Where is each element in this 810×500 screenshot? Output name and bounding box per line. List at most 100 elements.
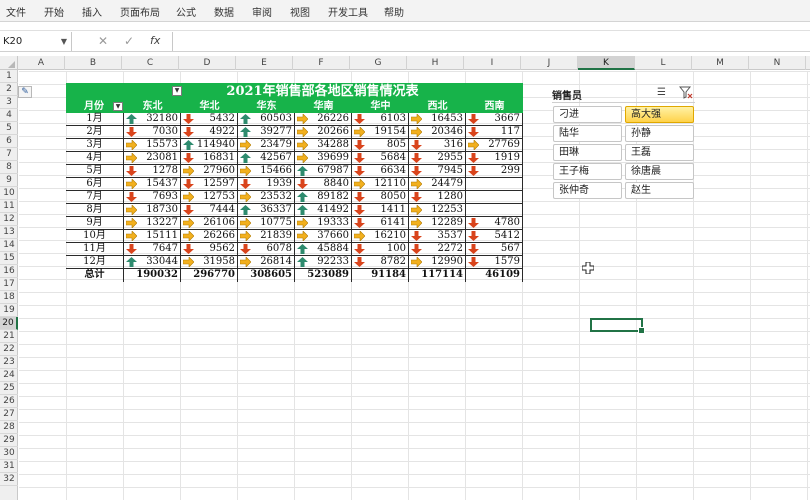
column-header[interactable]: B [65, 56, 122, 70]
value-cell[interactable]: 3537 [409, 230, 466, 243]
row-header[interactable]: 31 [0, 460, 18, 473]
value-cell[interactable]: 23081 [124, 152, 181, 165]
column-header[interactable]: N [749, 56, 806, 70]
value-cell[interactable]: 41492 [295, 204, 352, 217]
value-cell[interactable]: 15437 [124, 178, 181, 191]
value-cell[interactable]: 37660 [295, 230, 352, 243]
value-cell[interactable]: 316 [409, 139, 466, 152]
value-cell[interactable]: 20346 [409, 126, 466, 139]
month-cell[interactable]: 6月 [66, 178, 124, 191]
row-header[interactable]: 8 [0, 161, 18, 174]
row-header[interactable]: 19 [0, 304, 18, 317]
ribbon-tab[interactable]: 数据 [214, 4, 234, 19]
value-cell[interactable]: 12253 [409, 204, 466, 217]
slicer-item[interactable]: 孙静 [625, 125, 694, 142]
value-cell[interactable]: 3667 [466, 113, 523, 126]
value-cell[interactable]: 45884 [295, 243, 352, 256]
value-cell[interactable]: 20266 [295, 126, 352, 139]
value-cell[interactable]: 16210 [352, 230, 409, 243]
row-header[interactable]: 7 [0, 148, 18, 161]
value-cell[interactable]: 1278 [124, 165, 181, 178]
value-cell[interactable]: 4922 [181, 126, 238, 139]
ribbon-tab[interactable]: 插入 [82, 4, 102, 19]
slicer-item[interactable]: 张仲奇 [553, 182, 622, 199]
fx-icon[interactable]: fx [150, 34, 160, 47]
value-cell[interactable]: 39277 [238, 126, 295, 139]
slicer-item[interactable]: 陆华 [553, 125, 622, 142]
month-cell[interactable]: 5月 [66, 165, 124, 178]
value-cell[interactable]: 7030 [124, 126, 181, 139]
value-cell[interactable]: 15111 [124, 230, 181, 243]
slicer-item[interactable]: 田琳 [553, 144, 622, 161]
value-cell[interactable]: 89182 [295, 191, 352, 204]
value-cell[interactable]: 19154 [352, 126, 409, 139]
ribbon-tab[interactable]: 帮助 [384, 4, 404, 19]
value-cell[interactable]: 39699 [295, 152, 352, 165]
ribbon-tab[interactable]: 审阅 [252, 4, 272, 19]
column-header[interactable]: A [18, 56, 65, 70]
value-cell[interactable]: 27960 [181, 165, 238, 178]
row-header[interactable]: 30 [0, 447, 18, 460]
cancel-icon[interactable]: ✕ [98, 34, 108, 48]
total-cell[interactable]: 117114 [409, 269, 466, 282]
month-cell[interactable]: 8月 [66, 204, 124, 217]
column-header[interactable]: G [350, 56, 407, 70]
row-header[interactable]: 32 [0, 473, 18, 486]
total-cell[interactable]: 296770 [181, 269, 238, 282]
value-cell[interactable]: 67987 [295, 165, 352, 178]
row-header[interactable]: 26 [0, 395, 18, 408]
row-header[interactable]: 5 [0, 122, 18, 135]
slicer-item[interactable]: 王子梅 [553, 163, 622, 180]
slicer-item[interactable]: 王磊 [625, 144, 694, 161]
enter-icon[interactable]: ✓ [124, 34, 134, 48]
value-cell[interactable]: 18730 [124, 204, 181, 217]
column-header[interactable]: E [236, 56, 293, 70]
ribbon-tab[interactable]: 文件 [6, 4, 26, 19]
brush-icon[interactable]: ✎ [18, 86, 32, 98]
value-cell[interactable]: 12597 [181, 178, 238, 191]
row-header[interactable]: 27 [0, 408, 18, 421]
value-cell[interactable]: 6634 [352, 165, 409, 178]
row-header[interactable]: 3 [0, 96, 18, 109]
column-header[interactable]: K [578, 56, 635, 70]
chevron-down-icon[interactable]: ▼ [61, 32, 67, 51]
value-cell[interactable]: 1411 [352, 204, 409, 217]
column-header[interactable]: L [635, 56, 692, 70]
clear-filter-icon[interactable] [679, 86, 693, 99]
value-cell[interactable]: 15573 [124, 139, 181, 152]
row-header[interactable]: 4 [0, 109, 18, 122]
month-cell[interactable]: 11月 [66, 243, 124, 256]
value-cell[interactable]: 6141 [352, 217, 409, 230]
value-cell[interactable]: 7693 [124, 191, 181, 204]
value-cell[interactable]: 26226 [295, 113, 352, 126]
value-cell[interactable]: 117 [466, 126, 523, 139]
row-header[interactable]: 24 [0, 369, 18, 382]
value-cell[interactable]: 5432 [181, 113, 238, 126]
row-header[interactable]: 21 [0, 330, 18, 343]
column-header[interactable]: C [122, 56, 179, 70]
value-cell[interactable]: 34288 [295, 139, 352, 152]
month-cell[interactable]: 4月 [66, 152, 124, 165]
row-header[interactable]: 11 [0, 200, 18, 213]
value-cell[interactable] [466, 191, 523, 204]
value-cell[interactable]: 31958 [181, 256, 238, 269]
total-cell[interactable]: 190032 [124, 269, 181, 282]
value-cell[interactable]: 27769 [466, 139, 523, 152]
value-cell[interactable]: 2955 [409, 152, 466, 165]
value-cell[interactable]: 24479 [409, 178, 466, 191]
value-cell[interactable]: 8840 [295, 178, 352, 191]
row-header[interactable]: 20 [0, 317, 18, 330]
total-cell[interactable]: 308605 [238, 269, 295, 282]
column-header[interactable]: I [464, 56, 521, 70]
value-cell[interactable]: 12289 [409, 217, 466, 230]
row-header[interactable]: 6 [0, 135, 18, 148]
row-header[interactable]: 28 [0, 421, 18, 434]
total-cell[interactable]: 91184 [352, 269, 409, 282]
value-cell[interactable]: 42567 [238, 152, 295, 165]
value-cell[interactable] [466, 204, 523, 217]
ribbon-tab[interactable]: 开发工具 [328, 4, 368, 19]
value-cell[interactable]: 19333 [295, 217, 352, 230]
total-cell[interactable]: 523089 [295, 269, 352, 282]
value-cell[interactable]: 16831 [181, 152, 238, 165]
row-header[interactable]: 13 [0, 226, 18, 239]
